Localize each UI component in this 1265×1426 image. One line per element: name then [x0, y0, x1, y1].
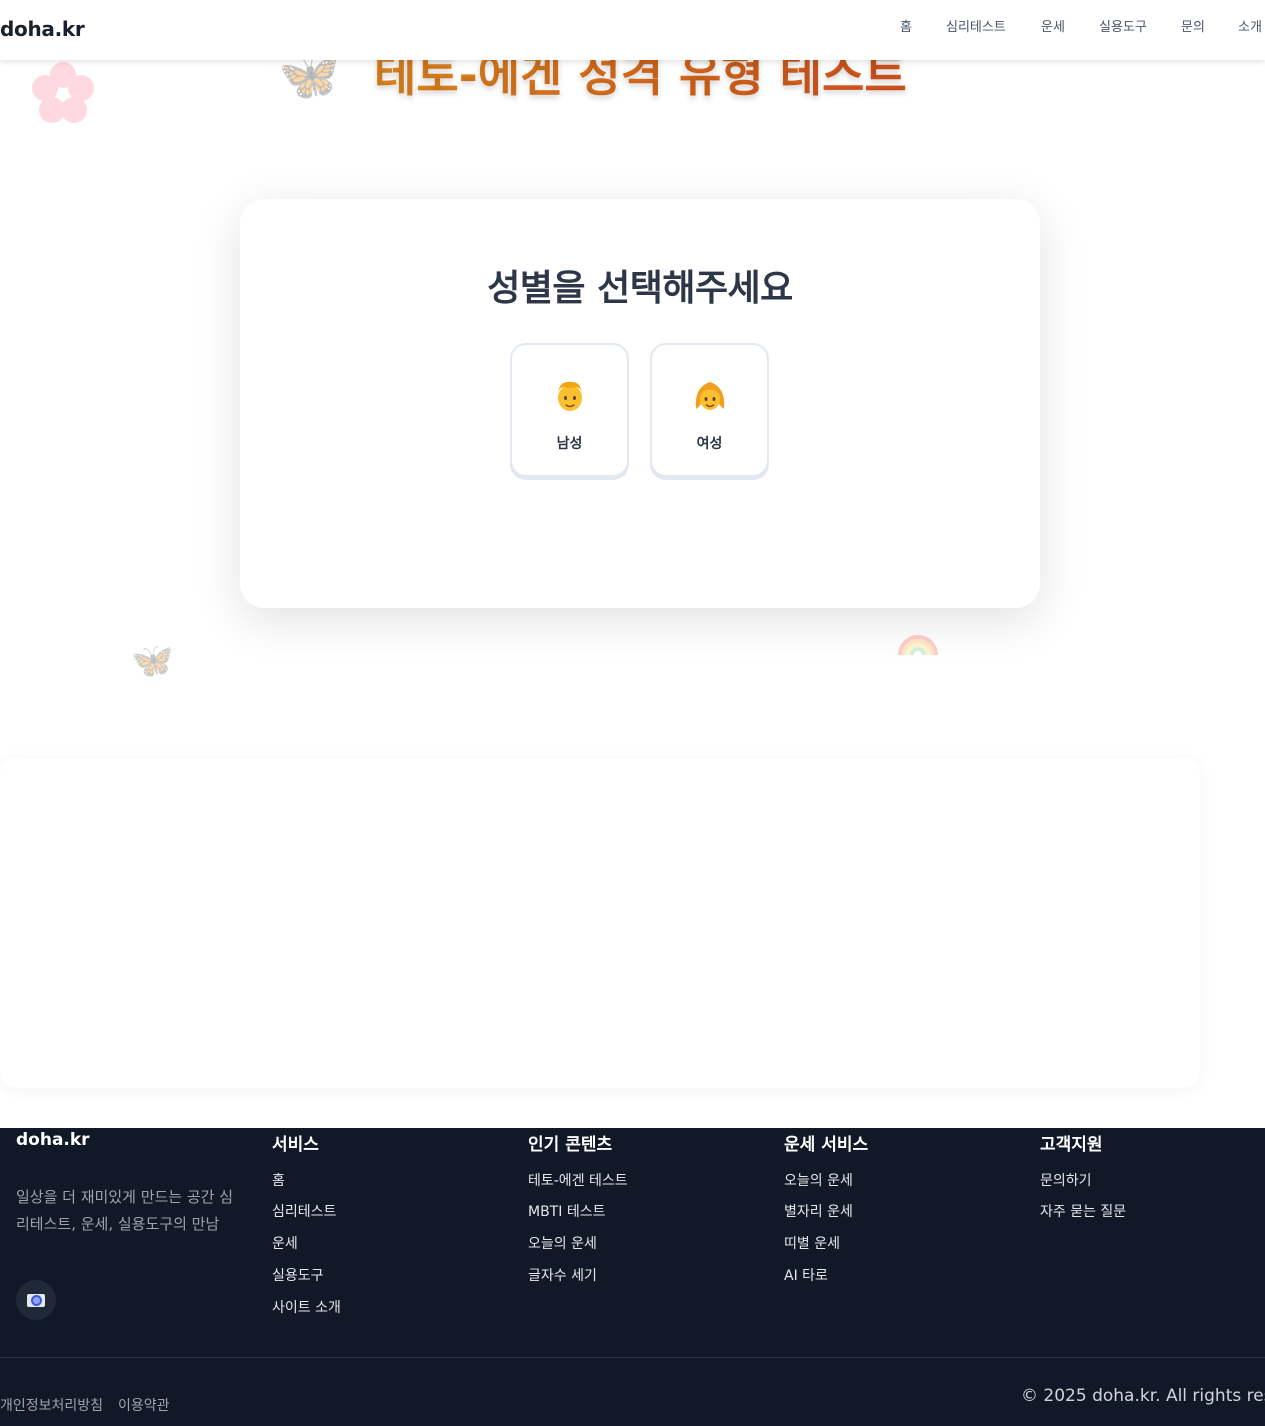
site-header: doha.kr 홈 심리테스트 운세 실용도구 문의 소개 — [0, 0, 1265, 60]
main-nav: 홈 심리테스트 운세 실용도구 문의 소개 — [0, 16, 1265, 36]
footer-divider — [0, 1357, 1265, 1358]
man-face-icon — [558, 381, 582, 411]
footer-link[interactable]: 실용도구 — [272, 1265, 324, 1285]
footer-heading: 고객지원 — [1040, 1135, 1103, 1155]
footer-heading: 운세 서비스 — [784, 1135, 869, 1155]
rainbow-icon — [898, 635, 938, 656]
footer-link[interactable]: 자주 묻는 질문 — [1040, 1201, 1126, 1221]
nav-item-home[interactable]: 홈 — [900, 16, 912, 35]
nav-item-contact[interactable]: 문의 — [1181, 16, 1205, 35]
instagram-icon — [27, 1294, 45, 1307]
content-panel — [0, 758, 1200, 1088]
nav-item-fortune[interactable]: 운세 — [1041, 16, 1065, 35]
nav-item-about[interactable]: 소개 — [1238, 16, 1262, 35]
footer-logo: doha.kr — [16, 1130, 90, 1150]
footer-link[interactable]: 띠별 운세 — [784, 1233, 840, 1253]
footer-description: 일상을 더 재미있게 만드는 공간 심리테스트, 운세, 실용도구의 만남 — [16, 1188, 234, 1233]
footer-link[interactable]: 오늘의 운세 — [528, 1233, 597, 1253]
nav-item-tools[interactable]: 실용도구 — [1099, 16, 1147, 35]
instagram-link[interactable] — [16, 1280, 56, 1320]
gender-select-card: 성별을 선택해주세요 남성 여성 — [240, 199, 1040, 608]
terms-link[interactable]: 이용약관 — [118, 1395, 170, 1415]
male-label: 남성 — [556, 436, 583, 452]
cherry-blossom-icon — [32, 62, 94, 123]
footer-link[interactable]: 오늘의 운세 — [784, 1170, 853, 1190]
footer-link[interactable]: 글자수 세기 — [528, 1265, 597, 1285]
site-footer: doha.kr 일상을 더 재미있게 만드는 공간 심리테스트, 운세, 실용도… — [0, 1128, 1265, 1426]
footer-link[interactable]: 문의하기 — [1040, 1170, 1092, 1190]
woman-face-icon — [695, 382, 725, 410]
footer-link[interactable]: 별자리 운세 — [784, 1201, 853, 1221]
gender-select-title: 성별을 선택해주세요 — [487, 268, 793, 309]
nav-item-psych-test[interactable]: 심리테스트 — [946, 16, 1006, 35]
footer-link[interactable]: 홈 — [272, 1170, 285, 1190]
butterfly-icon: 🦋 — [131, 641, 174, 681]
copyright-text: © 2025 doha.kr. All rights reserved — [1021, 1386, 1265, 1406]
footer-link[interactable]: 운세 — [272, 1233, 298, 1253]
footer-heading: 서비스 — [272, 1135, 319, 1155]
footer-link[interactable]: MBTI 테스트 — [528, 1201, 605, 1221]
male-button[interactable]: 남성 — [510, 343, 629, 477]
footer-link[interactable]: 테토-에겐 테스트 — [528, 1170, 628, 1190]
footer-link[interactable]: 심리테스트 — [272, 1201, 336, 1221]
footer-link[interactable]: AI 타로 — [784, 1265, 828, 1285]
female-button[interactable]: 여성 — [650, 343, 769, 477]
footer-link[interactable]: 사이트 소개 — [272, 1297, 341, 1317]
female-label: 여성 — [696, 436, 723, 452]
footer-heading: 인기 콘텐츠 — [528, 1135, 613, 1155]
privacy-policy-link[interactable]: 개인정보처리방침 — [0, 1395, 103, 1415]
